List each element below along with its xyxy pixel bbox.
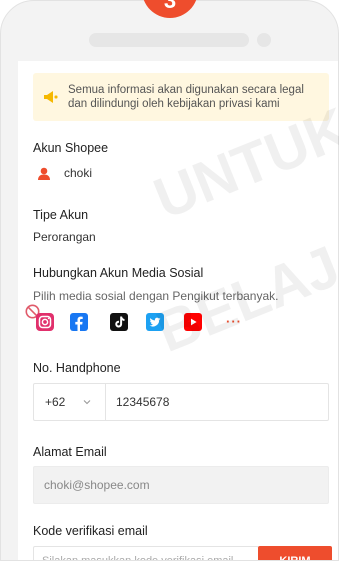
verification-label: Kode verifikasi email (33, 524, 148, 538)
account-type-value: Perorangan (33, 230, 96, 244)
social-media-hint: Pilih media sosial dengan Pengikut terba… (33, 289, 279, 303)
privacy-notice-text: Semua informasi akan digunakan secara le… (68, 84, 304, 110)
instagram-icon (36, 313, 54, 331)
phone-number-input[interactable]: 12345678 (106, 395, 169, 409)
privacy-notice: Semua informasi akan digunakan secara le… (33, 73, 329, 121)
youtube-button[interactable] (184, 313, 202, 331)
speaker-notch (89, 33, 249, 47)
email-field[interactable]: choki@shopee.com (33, 466, 329, 504)
shopee-account-label: Akun Shopee (33, 141, 109, 155)
phone-input-group: +62 12345678 (33, 383, 329, 421)
social-media-label: Hubungkan Akun Media Sosial (33, 266, 204, 280)
twitter-button[interactable] (146, 313, 164, 331)
email-label: Alamat Email (33, 445, 107, 459)
youtube-icon (184, 313, 202, 331)
phone-label: No. Handphone (33, 361, 121, 375)
facebook-button[interactable] (70, 313, 88, 331)
twitter-icon (146, 313, 164, 331)
tiktok-icon (110, 313, 128, 331)
more-social-button[interactable]: ··· (226, 314, 242, 329)
shopee-username: choki (64, 166, 93, 180)
verification-code-input[interactable]: Silakan masukkan kode verifikasi email (33, 546, 259, 560)
camera-notch (257, 33, 271, 47)
country-code-value: +62 (45, 395, 66, 409)
account-type-label: Tipe Akun (33, 208, 89, 222)
tiktok-button[interactable] (110, 313, 128, 331)
megaphone-icon (44, 91, 58, 103)
send-code-button[interactable]: KIRIM (258, 546, 332, 560)
country-code-select[interactable]: +62 (34, 384, 106, 420)
chevron-down-icon (83, 400, 91, 405)
instagram-button[interactable] (36, 313, 54, 331)
phone-frame: Semua informasi akan digunakan secara le… (0, 0, 339, 561)
registration-form: Semua informasi akan digunakan secara le… (18, 61, 338, 560)
facebook-icon (70, 313, 88, 331)
user-icon (38, 167, 50, 180)
